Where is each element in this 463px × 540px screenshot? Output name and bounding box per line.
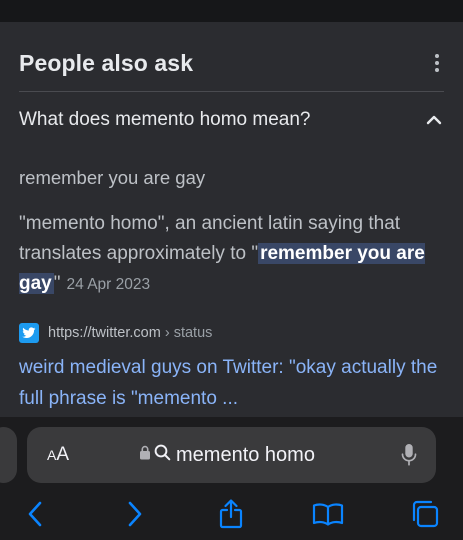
book-icon[interactable] bbox=[311, 497, 345, 531]
answer-short: remember you are gay bbox=[19, 167, 206, 188]
lock-icon bbox=[139, 445, 151, 465]
address-content: memento homo bbox=[139, 441, 315, 469]
more-vertical-icon[interactable] bbox=[430, 52, 444, 74]
source-url: https://twitter.com › status bbox=[48, 325, 212, 341]
snippet-date: 24 Apr 2023 bbox=[66, 276, 151, 293]
people-also-ask-card: People also ask What does memento homo m… bbox=[0, 22, 463, 417]
search-input[interactable]: memento homo bbox=[176, 444, 315, 467]
answer-snippet: "memento homo", an ancient latin saying … bbox=[19, 209, 449, 300]
source-domain: https://twitter.com bbox=[48, 325, 161, 341]
share-icon[interactable] bbox=[214, 497, 248, 531]
source-path: › status bbox=[160, 325, 213, 341]
top-strip bbox=[0, 0, 463, 22]
result-title-link[interactable]: weird medieval guys on Twitter: "okay ac… bbox=[19, 352, 449, 414]
microphone-icon[interactable] bbox=[401, 443, 417, 472]
aa-small: A bbox=[47, 447, 57, 463]
paa-title: People also ask bbox=[19, 49, 194, 76]
twitter-icon bbox=[19, 323, 39, 343]
chevron-left-icon[interactable] bbox=[18, 497, 52, 531]
tabs-icon[interactable] bbox=[408, 497, 442, 531]
snippet-text-end: " bbox=[53, 273, 61, 294]
source-row[interactable]: https://twitter.com › status bbox=[19, 322, 212, 344]
browser-bottom-bar: AA memento homo bbox=[0, 417, 463, 540]
chevron-right-icon[interactable] bbox=[118, 497, 152, 531]
paa-header: People also ask bbox=[19, 46, 444, 80]
aa-large: A bbox=[56, 444, 70, 465]
text-size-button[interactable]: AA bbox=[47, 444, 69, 466]
browser-toolbar bbox=[0, 497, 463, 531]
search-icon bbox=[154, 444, 171, 466]
question-text: What does memento homo mean? bbox=[19, 109, 311, 130]
address-bar[interactable]: AA memento homo bbox=[27, 427, 436, 483]
chevron-up-icon[interactable] bbox=[424, 110, 444, 130]
previous-tab-handle[interactable] bbox=[0, 427, 17, 483]
question-row[interactable]: What does memento homo mean? bbox=[19, 105, 444, 135]
divider bbox=[19, 91, 444, 92]
